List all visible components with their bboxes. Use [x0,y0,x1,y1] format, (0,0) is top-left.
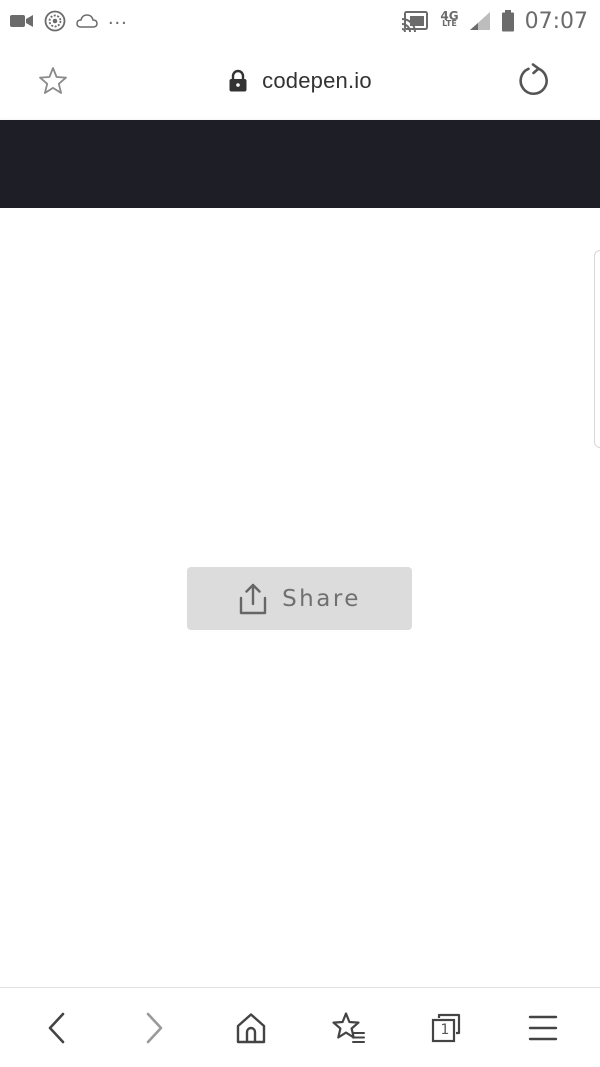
url-bar: codepen.io [0,42,600,120]
home-button[interactable] [221,998,281,1058]
share-upload-icon [239,583,267,614]
forward-arrow-icon [146,1012,163,1043]
side-panel-handle[interactable] [594,250,600,448]
bookmarks-button[interactable] [319,998,379,1058]
network-type-icon: 4G LTE [440,10,458,28]
cloud-icon [76,13,98,29]
page-header [0,120,600,208]
bottom-navigation: 1 [0,987,600,1067]
url-field: codepen.io [0,42,600,120]
page-content: Share [0,208,600,987]
video-icon [10,13,34,29]
tabs-button[interactable]: 1 [416,998,476,1058]
status-left: ... [10,6,128,32]
battery-icon [501,10,515,32]
back-arrow-icon [48,1012,64,1043]
status-bar: ... 4G LTE 07:07 [0,0,600,42]
cast-icon [402,10,430,32]
menu-button[interactable] [513,998,573,1058]
back-button[interactable] [27,998,87,1058]
browser-screen: ... 4G LTE 07:07 codepen.io Share 1 [0,0,600,1067]
bookmark-star-button[interactable] [36,64,70,98]
menu-icon [529,1015,558,1040]
url-text[interactable]: codepen.io [262,68,372,94]
signal-icon [469,11,491,31]
reload-button[interactable] [516,62,552,98]
circle-app-icon [44,10,66,32]
home-icon [237,1012,266,1043]
lock-icon [228,69,248,93]
network-sub-label: LTE [442,19,457,28]
share-button[interactable]: Share [187,567,412,630]
status-time: 07:07 [524,8,588,34]
reload-icon [519,63,548,96]
tab-count: 1 [440,1022,450,1038]
share-button-label: Share [282,585,361,612]
status-right: 4G LTE 07:07 [402,9,588,34]
forward-button[interactable] [124,998,184,1058]
status-more-dots: ... [108,6,128,29]
star-icon [39,67,67,94]
bookmarks-icon [332,1011,365,1043]
